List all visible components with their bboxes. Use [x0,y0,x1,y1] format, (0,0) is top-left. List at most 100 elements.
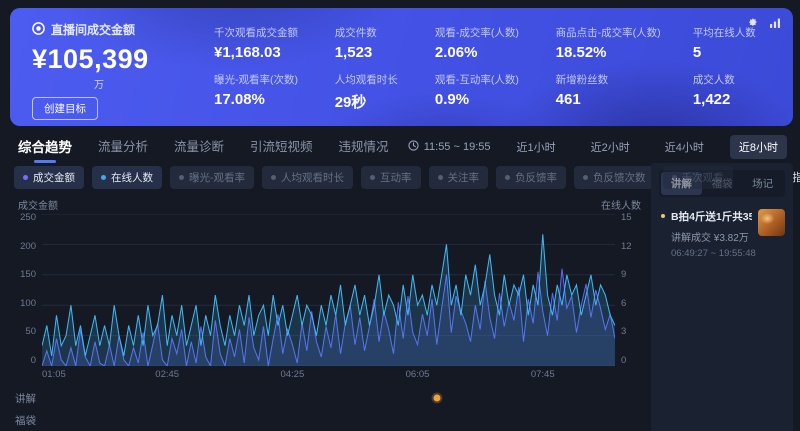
metric-cell: 人均观看时长29秒 [335,72,417,115]
chip-label: 关注率 [448,170,480,185]
range-option-2h[interactable]: 近2小时 [582,135,639,159]
chip-dot [505,175,510,180]
target-icon [32,22,45,38]
tab-overview-trend[interactable]: 综合趋势 [18,132,72,163]
metric-config-label: 指标配置 [792,169,800,185]
metric-cell: 商品点击-成交率(人数) 18.52% [556,25,675,68]
event-track [42,387,615,409]
chip-exposure-view-rate[interactable]: 曝光-观看率 [170,166,254,189]
hero-metric-unit: 万 [94,76,200,91]
left-axis-ticks: 250200150100500 [10,214,42,366]
metric-grid: 千次观看成交金额¥1,168.03 成交件数 1,523 观看-成交率(人数) 2.… [200,21,775,116]
metric-label: 千次观看成交金额 [214,25,317,40]
event-track [42,409,615,431]
time-filter: 11:55 ~ 19:55 近1小时 近2小时 近4小时 近8小时 [408,135,787,159]
chip-dot [370,175,375,180]
chip-label: 在线人数 [111,170,153,185]
event-row-label: 福袋 [10,413,42,428]
event-rows: 讲解 福袋 [10,387,643,431]
tab-violations[interactable]: 违规情况 [339,132,389,162]
tab-short-video[interactable]: 引流短视频 [250,132,313,162]
chip-per-thousand-views[interactable]: 千次观看 [663,166,733,189]
explain-panel: 讲解 福袋 场记 B拍4斤送1斤共35-4... 讲解成交 ¥3.82万 06:… [651,163,793,431]
metric-cell: 成交件数 1,523 [335,25,417,68]
right-axis-title: 在线人数 [601,197,641,212]
metric-value: 18.52% [556,44,675,61]
metric-label: 成交人数 [693,72,775,87]
explain-list-item[interactable]: B拍4斤送1斤共35-4... 讲解成交 ¥3.82万 06:49:27 ~ 1… [659,209,785,259]
item-bullet-dot [661,214,665,218]
metric-value: 17.08% [214,91,317,108]
explain-time-range: 06:49:27 ~ 19:55:48 [671,248,752,259]
time-range-text: 11:55 ~ 19:55 [424,141,491,153]
signal-bars-icon[interactable] [769,17,781,29]
chip-label: 曝光-观看率 [189,170,245,185]
metric-value: 1,523 [335,44,417,61]
chip-gmv[interactable]: 成交金额 [14,166,84,189]
range-option-4h[interactable]: 近4小时 [656,135,713,159]
hero-metric: 直播间成交金额 ¥105,399 万 创建目标 [32,21,200,116]
x-axis-ticks: 01:0502:4504:2506:0507:45 [42,369,611,384]
panel-tab-log[interactable]: 场记 [742,172,783,195]
chip-label: 互动率 [380,170,412,185]
time-range: 11:55 ~ 19:55 [408,140,491,154]
metric-label: 商品点击-成交率(人数) [556,25,675,40]
chip-dot [271,175,276,180]
metric-cell: 新增粉丝数 461 [556,72,675,115]
metric-label: 新增粉丝数 [556,72,675,87]
gear-icon[interactable] [747,17,759,29]
metric-cell: 曝光-观看率(次数) 17.08% [214,72,317,115]
event-row-explain: 讲解 [10,387,643,409]
chip-follow-rate[interactable]: 关注率 [429,166,489,189]
event-row-luckybag: 福袋 [10,409,643,431]
chip-label: 成交金额 [33,170,75,185]
product-title: B拍4斤送1斤共35-4... [671,209,752,224]
explain-deal-amount: 讲解成交 ¥3.82万 [671,229,752,244]
chip-dot [23,175,28,180]
trend-section: 成交金额 在线人数 曝光-观看率 人均观看时长 互动率 关注率 负反馈率 负反馈… [10,163,643,431]
metric-cell: 千次观看成交金额¥1,168.03 [214,25,317,68]
main-tabs: 综合趋势 流量分析 流量诊断 引流短视频 违规情况 [18,132,389,163]
chip-label: 人均观看时长 [281,170,344,185]
chip-dot [672,175,677,180]
chip-dot [179,175,184,180]
metrics-banner: 直播间成交金额 ¥105,399 万 创建目标 千次观看成交金额¥1,168.0… [10,8,793,126]
hero-metric-label: 直播间成交金额 [51,21,135,38]
section-header: 综合趋势 流量分析 流量诊断 引流短视频 违规情况 11:55 ~ 19:55 … [10,132,793,162]
chip-label: 负反馈次数 [593,170,646,185]
metric-label: 曝光-观看率(次数) [214,72,317,87]
metric-chips-row: 成交金额 在线人数 曝光-观看率 人均观看时长 互动率 关注率 负反馈率 负反馈… [10,163,643,189]
range-option-8h[interactable]: 近8小时 [730,135,787,159]
chip-interaction-rate[interactable]: 互动率 [361,166,421,189]
metric-label: 观看-成交率(人数) [435,25,538,40]
metric-value: 2.06% [435,44,538,61]
metric-label: 人均观看时长 [335,72,417,87]
metric-value: 461 [556,91,675,108]
metric-cell: 成交人数 1,422 [693,72,775,115]
create-goal-button[interactable]: 创建目标 [32,97,98,120]
chip-dot [438,175,443,180]
metric-label: 成交件数 [335,25,417,40]
chip-online-users[interactable]: 在线人数 [92,166,162,189]
chart-plot-area[interactable] [42,214,615,366]
metric-cell: 平均在线人数5 [693,25,775,68]
chart-svg [42,214,615,366]
product-thumbnail[interactable] [758,209,785,236]
chip-dot [101,175,106,180]
chip-negative-feedback-rate[interactable]: 负反馈率 [496,166,566,189]
tab-traffic-analysis[interactable]: 流量分析 [98,132,148,162]
chip-label: 千次观看 [682,170,724,185]
metric-label: 观看-互动率(人数) [435,72,538,87]
chip-avg-watch-time[interactable]: 人均观看时长 [262,166,353,189]
metric-value: 1,422 [693,91,775,108]
metric-cell: 观看-互动率(人数) 0.9% [435,72,538,115]
event-row-label: 讲解 [10,391,42,406]
explain-event-dot[interactable] [434,395,441,402]
hero-metric-value: ¥105,399 [32,44,200,75]
range-option-1h[interactable]: 近1小时 [508,135,565,159]
left-axis-title: 成交金额 [18,197,58,212]
tab-traffic-diagnosis[interactable]: 流量诊断 [174,132,224,162]
chip-negative-feedback-count[interactable]: 负反馈次数 [574,166,655,189]
chip-label: 负反馈率 [515,170,557,185]
metric-value: 0.9% [435,91,538,108]
